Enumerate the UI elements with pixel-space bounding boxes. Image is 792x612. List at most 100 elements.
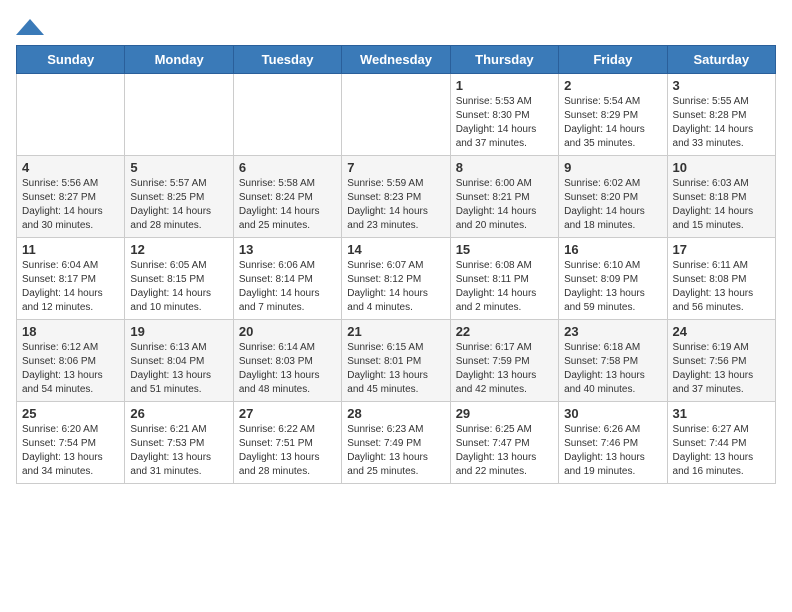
calendar-header-row: SundayMondayTuesdayWednesdayThursdayFrid… — [17, 46, 776, 74]
day-number: 21 — [347, 324, 444, 339]
day-number: 31 — [673, 406, 770, 421]
day-header-wednesday: Wednesday — [342, 46, 450, 74]
calendar-cell: 21 Sunrise: 6:15 AM Sunset: 8:01 PM Dayli… — [342, 320, 450, 402]
calendar-week-row: 25 Sunrise: 6:20 AM Sunset: 7:54 PM Dayli… — [17, 402, 776, 484]
day-number: 28 — [347, 406, 444, 421]
day-info: Sunrise: 6:00 AM Sunset: 8:21 PM Dayligh… — [456, 177, 553, 233]
calendar-cell: 3 Sunrise: 5:55 AM Sunset: 8:28 PM Daylig… — [667, 74, 775, 156]
calendar-cell: 16Sunrise: 6:10 AM Sunset: 8:09 PM Dayli… — [559, 238, 667, 320]
day-info: Sunrise: 6:22 AM Sunset: 7:51 PM Dayligh… — [239, 423, 336, 479]
day-header-monday: Monday — [125, 46, 233, 74]
calendar-cell: 24 Sunrise: 6:19 AM Sunset: 7:56 PM Dayli… — [667, 320, 775, 402]
day-number: 17 — [673, 242, 770, 257]
day-info: Sunrise: 6:07 AM Sunset: 8:12 PM Dayligh… — [347, 259, 444, 315]
day-info: Sunrise: 5:55 AM Sunset: 8:28 PM Dayligh… — [673, 95, 770, 151]
day-number: 5 — [130, 160, 227, 175]
calendar-cell: 2 Sunrise: 5:54 AM Sunset: 8:29 PM Daylig… — [559, 74, 667, 156]
calendar-cell: 5 Sunrise: 5:57 AM Sunset: 8:25 PM Daylig… — [125, 156, 233, 238]
calendar-cell: 19Sunrise: 6:13 AM Sunset: 8:04 PM Dayli… — [125, 320, 233, 402]
day-number: 29 — [456, 406, 553, 421]
day-info: Sunrise: 6:04 AM Sunset: 8:17 PM Dayligh… — [22, 259, 119, 315]
day-info: Sunrise: 6:02 AM Sunset: 8:20 PM Dayligh… — [564, 177, 661, 233]
calendar-cell: 1 Sunrise: 5:53 AM Sunset: 8:30 PM Daylig… — [450, 74, 558, 156]
day-info: Sunrise: 6:08 AM Sunset: 8:11 PM Dayligh… — [456, 259, 553, 315]
calendar-cell: 13 Sunrise: 6:06 AM Sunset: 8:14 PM Dayli… — [233, 238, 341, 320]
day-number: 22 — [456, 324, 553, 339]
calendar-cell — [17, 74, 125, 156]
day-number: 16 — [564, 242, 661, 257]
calendar-cell: 8 Sunrise: 6:00 AM Sunset: 8:21 PM Daylig… — [450, 156, 558, 238]
calendar-cell: 18Sunrise: 6:12 AM Sunset: 8:06 PM Dayli… — [17, 320, 125, 402]
day-number: 13 — [239, 242, 336, 257]
calendar-cell: 12Sunrise: 6:05 AM Sunset: 8:15 PM Dayli… — [125, 238, 233, 320]
day-info: Sunrise: 6:12 AM Sunset: 8:06 PM Dayligh… — [22, 341, 119, 397]
calendar-cell: 9 Sunrise: 6:02 AM Sunset: 8:20 PM Daylig… — [559, 156, 667, 238]
day-number: 1 — [456, 78, 553, 93]
day-header-thursday: Thursday — [450, 46, 558, 74]
day-number: 20 — [239, 324, 336, 339]
calendar-cell: 26 Sunrise: 6:21 AM Sunset: 7:53 PM Dayli… — [125, 402, 233, 484]
calendar-cell: 17 Sunrise: 6:11 AM Sunset: 8:08 PM Dayli… — [667, 238, 775, 320]
day-info: Sunrise: 6:17 AM Sunset: 7:59 PM Dayligh… — [456, 341, 553, 397]
day-info: Sunrise: 6:23 AM Sunset: 7:49 PM Dayligh… — [347, 423, 444, 479]
day-number: 19 — [130, 324, 227, 339]
calendar-week-row: 4 Sunrise: 5:56 AM Sunset: 8:27 PM Daylig… — [17, 156, 776, 238]
day-info: Sunrise: 6:19 AM Sunset: 7:56 PM Dayligh… — [673, 341, 770, 397]
day-number: 26 — [130, 406, 227, 421]
day-number: 8 — [456, 160, 553, 175]
day-number: 12 — [130, 242, 227, 257]
header — [16, 16, 776, 37]
day-number: 15 — [456, 242, 553, 257]
day-info: Sunrise: 5:53 AM Sunset: 8:30 PM Dayligh… — [456, 95, 553, 151]
day-number: 4 — [22, 160, 119, 175]
calendar-cell: 20Sunrise: 6:14 AM Sunset: 8:03 PM Dayli… — [233, 320, 341, 402]
logo — [16, 16, 48, 37]
day-number: 3 — [673, 78, 770, 93]
calendar-cell: 14 Sunrise: 6:07 AM Sunset: 8:12 PM Dayli… — [342, 238, 450, 320]
day-number: 9 — [564, 160, 661, 175]
day-header-sunday: Sunday — [17, 46, 125, 74]
calendar-week-row: 1 Sunrise: 5:53 AM Sunset: 8:30 PM Daylig… — [17, 74, 776, 156]
calendar-cell: 27 Sunrise: 6:22 AM Sunset: 7:51 PM Dayli… — [233, 402, 341, 484]
day-number: 2 — [564, 78, 661, 93]
day-number: 7 — [347, 160, 444, 175]
day-header-friday: Friday — [559, 46, 667, 74]
calendar-cell — [125, 74, 233, 156]
day-number: 27 — [239, 406, 336, 421]
calendar-cell: 23Sunrise: 6:18 AM Sunset: 7:58 PM Dayli… — [559, 320, 667, 402]
day-info: Sunrise: 5:56 AM Sunset: 8:27 PM Dayligh… — [22, 177, 119, 233]
day-number: 10 — [673, 160, 770, 175]
calendar-cell: 7 Sunrise: 5:59 AM Sunset: 8:23 PM Daylig… — [342, 156, 450, 238]
day-info: Sunrise: 6:26 AM Sunset: 7:46 PM Dayligh… — [564, 423, 661, 479]
calendar-week-row: 11 Sunrise: 6:04 AM Sunset: 8:17 PM Dayli… — [17, 238, 776, 320]
calendar: SundayMondayTuesdayWednesdayThursdayFrid… — [16, 45, 776, 484]
day-info: Sunrise: 5:57 AM Sunset: 8:25 PM Dayligh… — [130, 177, 227, 233]
day-info: Sunrise: 5:59 AM Sunset: 8:23 PM Dayligh… — [347, 177, 444, 233]
day-header-tuesday: Tuesday — [233, 46, 341, 74]
calendar-cell: 25 Sunrise: 6:20 AM Sunset: 7:54 PM Dayli… — [17, 402, 125, 484]
calendar-cell: 28 Sunrise: 6:23 AM Sunset: 7:49 PM Dayli… — [342, 402, 450, 484]
day-header-saturday: Saturday — [667, 46, 775, 74]
day-info: Sunrise: 6:20 AM Sunset: 7:54 PM Dayligh… — [22, 423, 119, 479]
calendar-cell — [233, 74, 341, 156]
logo-icon — [16, 17, 44, 37]
day-info: Sunrise: 6:15 AM Sunset: 8:01 PM Dayligh… — [347, 341, 444, 397]
day-number: 11 — [22, 242, 119, 257]
calendar-week-row: 18Sunrise: 6:12 AM Sunset: 8:06 PM Dayli… — [17, 320, 776, 402]
day-number: 24 — [673, 324, 770, 339]
calendar-cell: 30 Sunrise: 6:26 AM Sunset: 7:46 PM Dayli… — [559, 402, 667, 484]
day-number: 25 — [22, 406, 119, 421]
day-number: 6 — [239, 160, 336, 175]
day-info: Sunrise: 6:21 AM Sunset: 7:53 PM Dayligh… — [130, 423, 227, 479]
day-number: 30 — [564, 406, 661, 421]
day-info: Sunrise: 6:03 AM Sunset: 8:18 PM Dayligh… — [673, 177, 770, 233]
calendar-cell: 11 Sunrise: 6:04 AM Sunset: 8:17 PM Dayli… — [17, 238, 125, 320]
day-info: Sunrise: 6:06 AM Sunset: 8:14 PM Dayligh… — [239, 259, 336, 315]
calendar-cell: 29Sunrise: 6:25 AM Sunset: 7:47 PM Dayli… — [450, 402, 558, 484]
day-info: Sunrise: 6:11 AM Sunset: 8:08 PM Dayligh… — [673, 259, 770, 315]
calendar-cell: 6Sunrise: 5:58 AM Sunset: 8:24 PM Daylig… — [233, 156, 341, 238]
calendar-cell: 4 Sunrise: 5:56 AM Sunset: 8:27 PM Daylig… — [17, 156, 125, 238]
day-info: Sunrise: 6:18 AM Sunset: 7:58 PM Dayligh… — [564, 341, 661, 397]
day-number: 14 — [347, 242, 444, 257]
day-info: Sunrise: 5:54 AM Sunset: 8:29 PM Dayligh… — [564, 95, 661, 151]
